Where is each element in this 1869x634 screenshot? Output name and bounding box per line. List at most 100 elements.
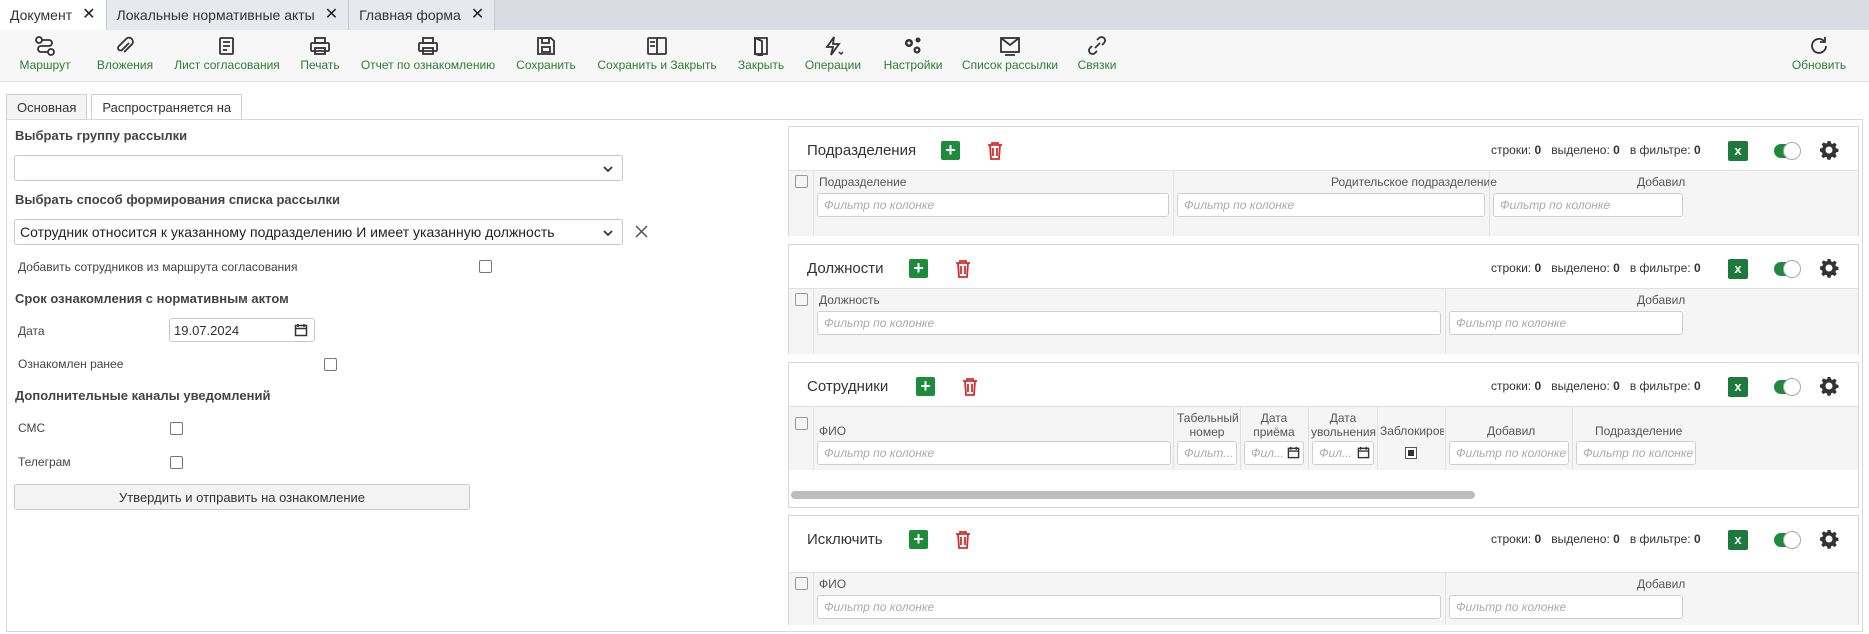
gear-icon[interactable]	[1819, 140, 1839, 163]
close-icon[interactable]: ✕	[325, 7, 338, 23]
calendar-icon[interactable]	[1357, 446, 1370, 462]
column-header[interactable]: Подразделение	[1595, 424, 1682, 438]
column-filter[interactable]: Фильтр по колонке	[1449, 595, 1683, 619]
doc-tab-document[interactable]: Документ ✕	[0, 0, 107, 30]
selected-count: 0	[1613, 261, 1620, 275]
calendar-icon[interactable]	[294, 323, 308, 340]
route-button[interactable]: Маршрут	[19, 30, 71, 82]
submit-button[interactable]: Утвердить и отправить на ознакомление	[14, 484, 470, 510]
settings-button[interactable]: Настройки	[880, 30, 946, 82]
column-filter[interactable]: Фильтр по колонке	[817, 311, 1441, 335]
links-button[interactable]: Связки	[1074, 30, 1120, 82]
tab-main[interactable]: Основная	[6, 94, 88, 119]
trash-icon[interactable]	[954, 259, 972, 282]
grid-header: ФИО Фильтр по колонке Табельный номер Фи…	[789, 406, 1858, 470]
add-button[interactable]: +	[909, 530, 928, 549]
in-filter-label: в фильтре:	[1629, 379, 1691, 393]
column-header[interactable]: Должность	[819, 293, 880, 307]
selected-label: выделено:	[1551, 261, 1610, 275]
select-all-checkbox[interactable]	[795, 293, 808, 306]
column-header[interactable]: Добавил	[1637, 577, 1685, 591]
calendar-icon[interactable]	[1287, 446, 1300, 462]
save-close-icon	[646, 30, 668, 58]
read-earlier-checkbox[interactable]	[324, 358, 337, 371]
close-button[interactable]: Закрыть	[736, 30, 786, 82]
excel-icon[interactable]: x	[1728, 530, 1748, 550]
panel-title: Должности	[807, 260, 884, 277]
column-header[interactable]: ФИО	[819, 577, 846, 591]
select-all-checkbox[interactable]	[795, 417, 808, 430]
toggle-switch[interactable]	[1774, 378, 1801, 396]
clear-icon[interactable]	[635, 225, 648, 241]
trash-icon[interactable]	[954, 530, 972, 553]
add-from-route-checkbox[interactable]	[479, 260, 492, 273]
rows-label: строки:	[1491, 379, 1532, 393]
column-filter[interactable]: Фильтр по колонке	[817, 595, 1441, 619]
column-header[interactable]: Добавил	[1637, 175, 1685, 189]
save-close-button[interactable]: Сохранить и Закрыть	[596, 30, 718, 82]
mailing-group-select[interactable]	[14, 155, 623, 181]
column-header[interactable]: Табельный номер	[1177, 411, 1239, 439]
column-header[interactable]: Дата приёма	[1244, 411, 1304, 439]
column-header[interactable]: Подразделение	[819, 175, 906, 189]
add-button[interactable]: +	[941, 141, 960, 160]
doc-tab-local-acts[interactable]: Локальные нормативные акты ✕	[106, 0, 350, 30]
column-filter[interactable]: Фильтр по колонке	[1493, 193, 1683, 217]
add-button[interactable]: +	[916, 377, 935, 396]
save-button[interactable]: Сохранить	[515, 30, 577, 82]
close-icon[interactable]: ✕	[471, 7, 484, 23]
add-button[interactable]: +	[909, 259, 928, 278]
gear-icon[interactable]	[1819, 258, 1839, 281]
select-all-checkbox[interactable]	[795, 175, 808, 188]
horizontal-scrollbar[interactable]	[791, 491, 1475, 499]
gear-icon[interactable]	[1819, 529, 1839, 552]
blocked-filter-checkbox[interactable]	[1405, 447, 1417, 459]
select-all-checkbox[interactable]	[795, 577, 808, 590]
sms-checkbox[interactable]	[170, 422, 183, 435]
tab-applies-to[interactable]: Распространяется на	[91, 94, 243, 120]
column-filter[interactable]: Фильт...	[1177, 441, 1237, 465]
toggle-switch[interactable]	[1774, 531, 1801, 549]
column-header[interactable]: Добавил	[1487, 424, 1535, 438]
toggle-switch[interactable]	[1774, 142, 1801, 160]
refresh-button[interactable]: Обновить	[1786, 30, 1852, 82]
column-header[interactable]: ФИО	[819, 424, 846, 438]
operations-button[interactable]: Операции	[802, 30, 864, 82]
trash-icon[interactable]	[961, 377, 979, 400]
exclude-panel: Исключить + строки: 0 выделено: 0 в филь…	[788, 515, 1859, 625]
read-report-button[interactable]: Отчет по ознакомлению	[358, 30, 498, 82]
excel-icon[interactable]: x	[1728, 259, 1748, 279]
grid-header: Должность Фильтр по колонке Добавил Филь…	[789, 288, 1858, 354]
trash-icon[interactable]	[986, 141, 1004, 164]
print-button[interactable]: Печать	[298, 30, 342, 82]
attachments-button[interactable]: Вложения	[96, 30, 154, 82]
column-header[interactable]: Добавил	[1637, 293, 1685, 307]
toggle-switch[interactable]	[1774, 260, 1801, 278]
approval-sheet-button[interactable]: Лист согласования	[172, 30, 282, 82]
column-filter[interactable]: Фильтр по колонке	[1449, 441, 1569, 465]
print-label: Печать	[300, 58, 340, 72]
attachments-label: Вложения	[96, 58, 154, 72]
column-filter[interactable]: Фильтр по колонке	[817, 441, 1171, 465]
column-filter[interactable]: Фильтр по колонке	[1177, 193, 1485, 217]
doc-tab-main-form[interactable]: Главная форма ✕	[349, 0, 496, 30]
in-filter-count: 0	[1693, 532, 1701, 546]
mailing-list-button[interactable]: Список рассылки	[960, 30, 1060, 82]
method-select[interactable]: Сотрудник относится к указанному подразд…	[14, 219, 623, 245]
column-header[interactable]: Родительское подразделение	[1331, 175, 1497, 189]
route-label: Маршрут	[19, 58, 71, 72]
column-filter[interactable]: Фильтр по колонке	[1449, 311, 1683, 335]
close-icon[interactable]: ✕	[82, 7, 95, 23]
panel-title: Подразделения	[807, 142, 917, 159]
telegram-checkbox[interactable]	[170, 456, 183, 469]
read-earlier-label: Ознакомлен ранее	[18, 357, 124, 371]
column-filter[interactable]: Фильтр по колонке	[1576, 441, 1696, 465]
mail-list-icon	[999, 30, 1021, 58]
column-filter[interactable]: Фильтр по колонке	[817, 193, 1169, 217]
date-input[interactable]: 19.07.2024	[169, 318, 315, 342]
excel-icon[interactable]: x	[1728, 141, 1748, 161]
gear-icon[interactable]	[1819, 376, 1839, 399]
column-header[interactable]: Заблокиров	[1380, 424, 1444, 438]
excel-icon[interactable]: x	[1728, 377, 1748, 397]
column-header[interactable]: Дата увольнения	[1311, 411, 1376, 439]
